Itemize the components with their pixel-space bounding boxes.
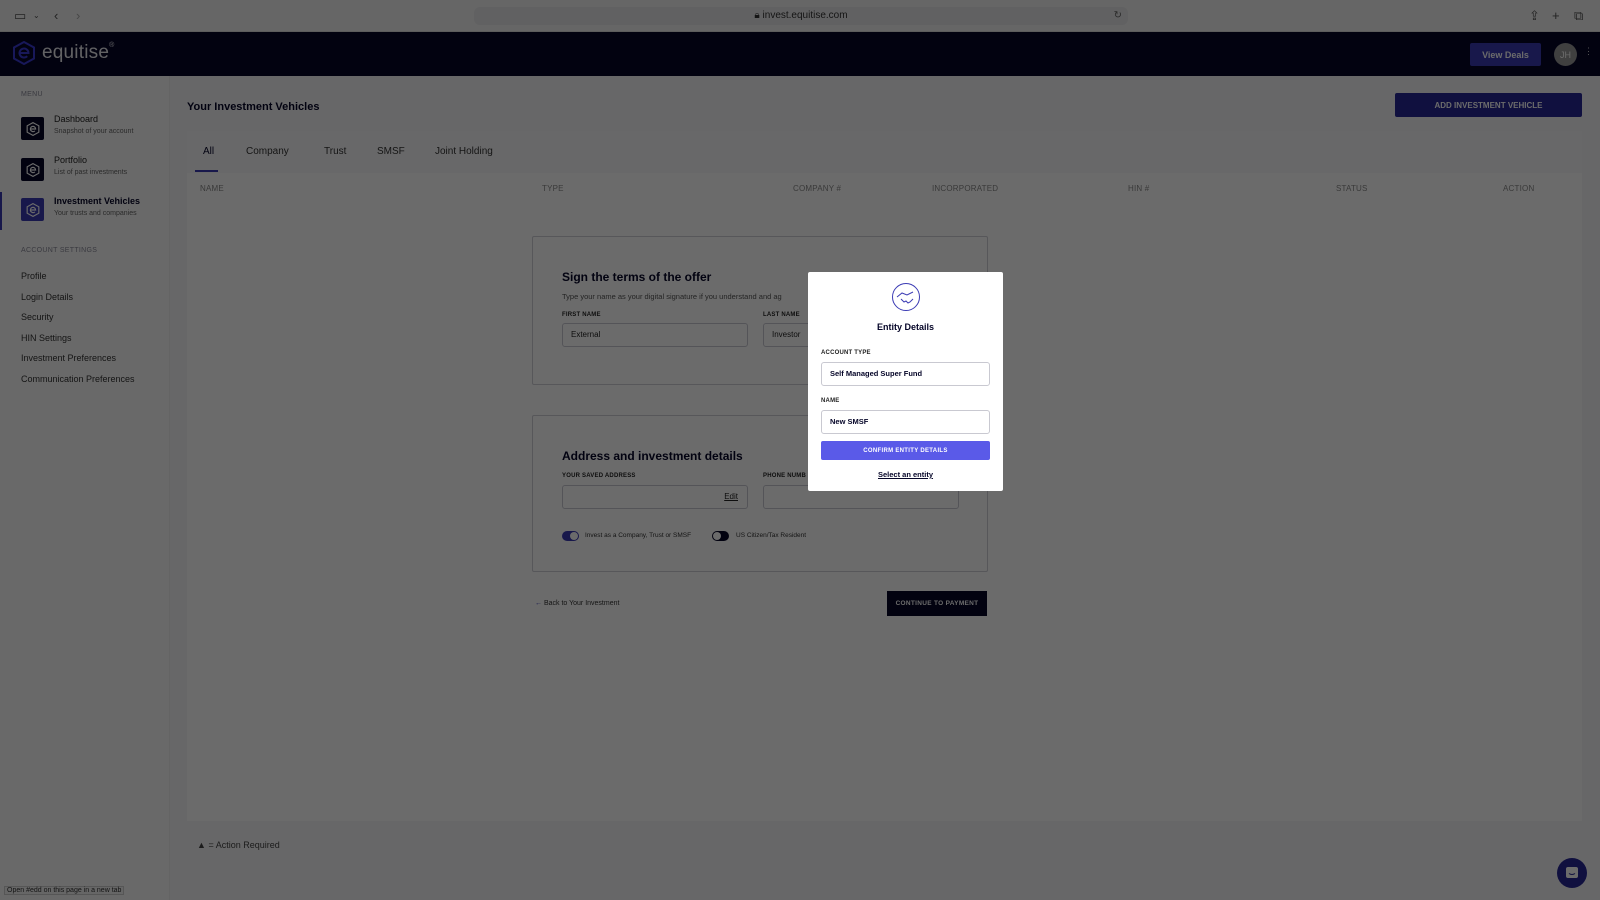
action-required-legend: ▲ = Action Required [197, 840, 280, 850]
modal-title: Entity Details [876, 322, 934, 332]
invest-as-entity-toggle[interactable] [562, 531, 579, 541]
chat-launcher-button[interactable] [1557, 858, 1587, 888]
select-an-entity-link[interactable]: Select an entity [808, 470, 1003, 479]
portfolio-icon [21, 158, 44, 181]
tab-smsf[interactable]: SMSF [377, 146, 405, 157]
legend-text: = Action Required [208, 840, 280, 850]
continue-to-payment-button[interactable]: CONTINUE TO PAYMENT [887, 591, 987, 616]
address-details-title: Address and investment details [562, 449, 743, 463]
sidebar-item-subtitle: Snapshot of your account [54, 128, 134, 135]
tab-company[interactable]: Company [246, 146, 289, 157]
active-indicator [0, 192, 2, 230]
tab-trust[interactable]: Trust [324, 146, 346, 157]
back-icon[interactable]: ‹ [54, 8, 58, 23]
brand-logo[interactable]: equitise® [12, 41, 114, 65]
us-citizen-toggle[interactable] [712, 531, 729, 541]
settings-link-login-details[interactable]: Login Details [21, 292, 73, 302]
tabs-overview-icon[interactable]: ⧉ [1574, 8, 1583, 24]
settings-link-security[interactable]: Security [21, 312, 54, 322]
saved-address-field[interactable]: Edit [562, 485, 748, 509]
entity-details-modal: Entity Details ACCOUNT TYPE Self Managed… [808, 272, 1003, 491]
top-navigation: equitise® [0, 32, 1600, 76]
sidebar-toggle-icon[interactable]: ▭ [14, 8, 26, 24]
account-type-label: ACCOUNT TYPE [821, 350, 871, 356]
address-bar[interactable]: 🔒︎ invest.equitise.com ↻ [474, 7, 1128, 25]
sign-terms-title: Sign the terms of the offer [562, 270, 712, 284]
menu-heading: MENU [21, 91, 43, 98]
sidebar-item-dashboard[interactable]: Dashboard Snapshot of your account [0, 113, 170, 151]
user-avatar[interactable]: JH [1554, 43, 1577, 66]
sidebar-item-label: Investment Vehicles [54, 196, 141, 206]
sidebar-item-subtitle: List of past investments [54, 169, 128, 176]
column-header-company-number: COMPANY # [793, 184, 842, 193]
tab-joint-holding[interactable]: Joint Holding [435, 146, 493, 157]
column-header-type: TYPE [542, 184, 564, 193]
dashboard-icon [21, 117, 44, 140]
us-citizen-label: US Citizen/Tax Resident [736, 532, 807, 539]
saved-address-label: YOUR SAVED ADDRESS [562, 473, 636, 479]
settings-link-communication-preferences[interactable]: Communication Preferences [21, 374, 135, 384]
account-settings-heading: ACCOUNT SETTINGS [21, 247, 98, 254]
first-name-field[interactable]: External [562, 323, 748, 347]
account-type-field[interactable]: Self Managed Super Fund [821, 362, 990, 386]
active-tab-underline [195, 170, 218, 172]
lock-icon: 🔒︎ [754, 10, 763, 21]
new-tab-icon[interactable]: + [1552, 8, 1560, 23]
phone-number-label: PHONE NUMB [763, 473, 807, 479]
arrow-left-icon: ← [535, 600, 542, 607]
back-to-investment-link[interactable]: ← Back to Your Investment [535, 600, 619, 607]
equitise-logo-icon [13, 41, 35, 65]
tab-all[interactable]: All [203, 146, 214, 157]
sidebar-item-portfolio[interactable]: Portfolio List of past investments [0, 154, 170, 192]
back-link-text: Back to Your Investment [543, 600, 620, 607]
link-status-tooltip: Open #edd on this page in a new tab [4, 886, 125, 895]
sidebar-item-label: Portfolio [54, 155, 88, 165]
page-title: Your Investment Vehicles [187, 101, 320, 113]
browser-toolbar: ▭ ⌄ ‹ › 🔒︎ invest.equitise.com ↻ ⇪ + ⧉ [0, 0, 1600, 32]
invest-as-entity-label: Invest as a Company, Trust or SMSF [585, 532, 692, 539]
forward-icon[interactable]: › [76, 8, 80, 23]
warning-icon: ▲ [197, 840, 206, 850]
brand-name: equitise® [42, 42, 115, 63]
account-menu-icon[interactable]: ⋮ [1584, 46, 1593, 57]
last-name-label: LAST NAME [763, 312, 800, 318]
investment-vehicles-icon [21, 198, 44, 221]
url-text: invest.equitise.com [762, 10, 848, 21]
confirm-entity-details-button[interactable]: CONFIRM ENTITY DETAILS [821, 441, 990, 460]
settings-link-profile[interactable]: Profile [21, 271, 47, 281]
column-header-name: NAME [200, 184, 224, 193]
sidebar-item-investment-vehicles[interactable]: Investment Vehicles Your trusts and comp… [0, 192, 170, 230]
sidebar: MENU Dashboard Snapshot of your account … [0, 76, 170, 900]
entity-name-field[interactable]: New SMSF [821, 410, 990, 434]
settings-link-investment-preferences[interactable]: Investment Preferences [21, 353, 116, 363]
sidebar-item-subtitle: Your trusts and companies [54, 210, 137, 217]
share-icon[interactable]: ⇪ [1529, 8, 1540, 24]
column-header-status: STATUS [1336, 184, 1368, 193]
add-investment-vehicle-button[interactable]: ADD INVESTMENT VEHICLE [1395, 93, 1582, 117]
column-header-action: ACTION [1503, 184, 1535, 193]
handshake-icon [892, 283, 920, 311]
chat-icon [1566, 867, 1578, 878]
entity-name-label: NAME [821, 398, 840, 404]
column-header-incorporated: INCORPORATED [932, 184, 999, 193]
sidebar-item-label: Dashboard [54, 114, 99, 124]
edit-address-link[interactable]: Edit [724, 486, 738, 508]
view-deals-button[interactable]: View Deals [1470, 43, 1541, 66]
column-header-hin-number: HIN # [1128, 184, 1150, 193]
first-name-label: FIRST NAME [562, 312, 601, 318]
vehicle-type-tabs: All Company Trust SMSF Joint Holding [187, 131, 1582, 173]
chevron-down-icon[interactable]: ⌄ [33, 11, 40, 20]
settings-link-hin-settings[interactable]: HIN Settings [21, 333, 72, 343]
reload-icon[interactable]: ↻ [1114, 7, 1122, 25]
sign-terms-subtitle: Type your name as your digital signature… [562, 292, 782, 301]
